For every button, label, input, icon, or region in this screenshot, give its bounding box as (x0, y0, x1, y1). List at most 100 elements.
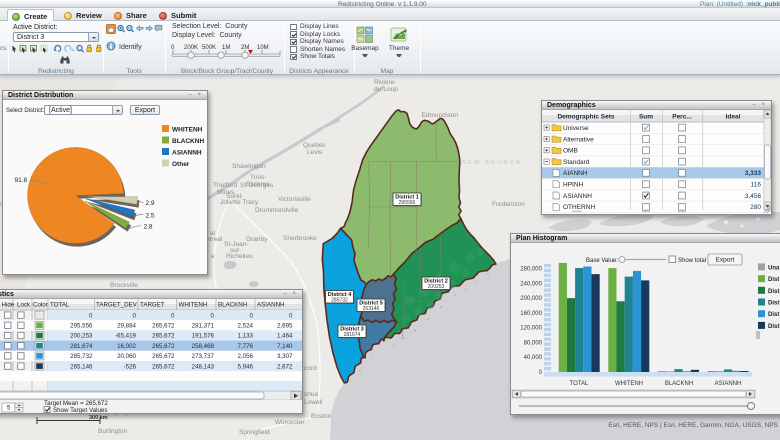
svg-text:Trois-: Trois- (250, 174, 266, 181)
svg-text:0: 0 (250, 312, 254, 319)
svg-text:Quebec: Quebec (303, 142, 327, 149)
svg-text:265,672: 265,672 (152, 353, 175, 360)
svg-text:BLACKNH: BLACKNH (665, 381, 693, 387)
svg-text:265,146: 265,146 (70, 363, 93, 370)
svg-text:5,946: 5,946 (238, 363, 254, 370)
svg-text:Show Target Values: Show Target Values (53, 407, 107, 413)
svg-text:16,002: 16,002 (117, 343, 136, 350)
svg-text:5: 5 (7, 405, 11, 412)
svg-text:Dist: Dist (768, 324, 779, 330)
svg-text:WHITENH: WHITENH (172, 127, 203, 134)
svg-text:0: 0 (289, 312, 293, 319)
svg-text:120,000: 120,000 (520, 326, 542, 332)
svg-text:Dist: Dist (768, 277, 779, 283)
svg-text:2,672: 2,672 (277, 363, 293, 370)
svg-text:ASIANNH: ASIANNH (715, 381, 742, 387)
svg-text:0: 0 (133, 312, 137, 319)
svg-text:Dist: Dist (768, 301, 779, 307)
svg-text:Color: Color (33, 302, 48, 309)
svg-text:0: 0 (211, 312, 215, 319)
svg-text:191,576: 191,576 (192, 333, 215, 340)
svg-text:Hide: Hide (2, 302, 15, 309)
svg-text:160,000: 160,000 (520, 311, 542, 317)
svg-text:TARGET: TARGET (140, 302, 165, 309)
svg-text:Fredericton: Fredericton (492, 201, 525, 208)
svg-text:Boston: Boston (311, 413, 332, 420)
svg-text:263146: 263146 (363, 306, 380, 312)
svg-text:20,060: 20,060 (117, 353, 136, 360)
svg-text:281,371: 281,371 (192, 323, 215, 330)
svg-text:7,140: 7,140 (277, 343, 293, 350)
svg-text:91.8: 91.8 (15, 177, 28, 184)
svg-text:295,556: 295,556 (70, 323, 93, 330)
svg-text:TOTAL: TOTAL (570, 381, 589, 387)
svg-text:Shawinigan: Shawinigan (232, 163, 266, 170)
svg-text:295556: 295556 (399, 200, 416, 206)
svg-text:2.8: 2.8 (144, 224, 153, 231)
svg-text:Joliette Tracy: Joliette Tracy (220, 199, 259, 206)
svg-text:280: 280 (750, 204, 761, 211)
svg-text:2,524: 2,524 (238, 323, 254, 330)
svg-text:ASIANNH: ASIANNH (563, 193, 592, 200)
svg-text:285,732: 285,732 (70, 353, 93, 360)
svg-text:Show total: Show total (678, 258, 706, 264)
svg-text:ASIANNH: ASIANNH (172, 150, 202, 157)
svg-text:TOTAL: TOTAL (50, 302, 70, 309)
svg-text:WHITENH: WHITENH (615, 381, 643, 387)
svg-text:258,468: 258,468 (192, 343, 215, 350)
svg-text:2,056: 2,056 (238, 353, 254, 360)
svg-text:AIANNH: AIANNH (563, 170, 588, 177)
svg-text:Sherbrooke: Sherbrooke (283, 235, 317, 242)
svg-text:265,672: 265,672 (152, 363, 175, 370)
svg-text:Other: Other (172, 161, 190, 168)
svg-text:80,000: 80,000 (524, 341, 543, 347)
svg-text:280,000: 280,000 (520, 267, 542, 273)
svg-text:Base Value:: Base Value: (586, 258, 618, 264)
svg-text:Edmundston: Edmundston (422, 112, 459, 119)
svg-text:281674: 281674 (344, 332, 361, 338)
svg-text:Richelieu: Richelieu (226, 253, 253, 260)
svg-text:Lowell: Lowell (304, 399, 323, 406)
svg-text:Una: Una (768, 265, 780, 271)
svg-text:265,672: 265,672 (152, 323, 175, 330)
svg-text:-65,419: -65,419 (115, 333, 137, 340)
svg-text:2,695: 2,695 (277, 323, 293, 330)
svg-text:Perc...: Perc... (672, 114, 692, 121)
svg-text:-526: -526 (124, 363, 137, 370)
svg-text:1,133: 1,133 (238, 333, 254, 340)
svg-text:OMB: OMB (563, 148, 578, 155)
svg-text:Burlington: Burlington (98, 428, 128, 435)
svg-text:Alternative: Alternative (563, 136, 594, 143)
svg-text:0: 0 (89, 312, 93, 319)
svg-text:3,456: 3,456 (745, 193, 762, 200)
svg-text:Thetford: Thetford (213, 182, 238, 189)
svg-text:TARGET_DEV: TARGET_DEV (96, 302, 138, 309)
svg-text:2.9: 2.9 (146, 200, 155, 207)
svg-text:Drummondville: Drummondville (255, 207, 299, 214)
svg-text:3,307: 3,307 (277, 353, 293, 360)
svg-text:cord: cord (304, 365, 317, 372)
svg-text:Sum: Sum (639, 114, 653, 121)
svg-text:281,674: 281,674 (70, 343, 93, 350)
svg-text:NEW BRUNSW: NEW BRUNSW (462, 160, 523, 166)
svg-text:116: 116 (751, 182, 762, 189)
svg-text:Dist: Dist (768, 312, 779, 318)
svg-text:1,464: 1,464 (277, 333, 293, 340)
svg-text:273,737: 273,737 (192, 353, 215, 360)
svg-text:Brockville: Brockville (110, 282, 138, 289)
svg-text:Demographic Sets: Demographic Sets (557, 114, 614, 121)
svg-text:Granby: Granby (246, 236, 268, 243)
svg-text:Ideal: Ideal (726, 114, 741, 121)
svg-text:Levis: Levis (307, 149, 323, 156)
svg-text:200,000: 200,000 (520, 296, 542, 302)
svg-text:7,776: 7,776 (238, 343, 254, 350)
svg-text:200253: 200253 (428, 284, 445, 290)
svg-text:e: e (211, 253, 215, 260)
svg-text:240,000: 240,000 (520, 281, 542, 287)
svg-text:Esri, HERE, NPS | Esri, HERE,: Esri, HERE, NPS | Esri, HERE, Garmin, NG… (608, 422, 778, 429)
svg-text:Export: Export (716, 257, 735, 264)
svg-text:OTHERNH: OTHERNH (563, 204, 595, 211)
svg-text:2.5: 2.5 (146, 213, 155, 220)
svg-text:29,884: 29,884 (117, 323, 136, 330)
svg-text:Worcester: Worcester (275, 419, 305, 426)
